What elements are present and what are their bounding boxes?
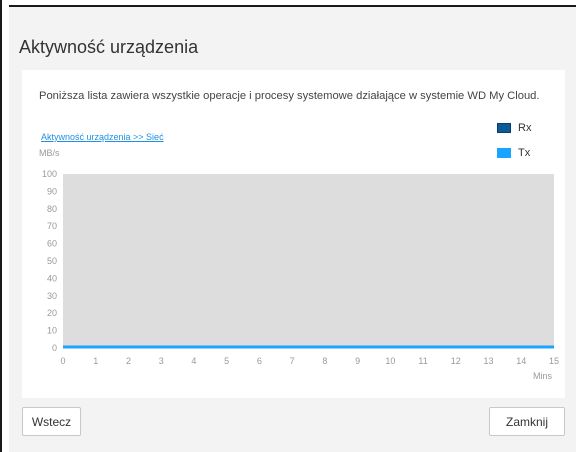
x-tick-label: 0	[60, 356, 65, 366]
x-tick-label: 8	[322, 356, 327, 366]
y-tick-label: 100	[42, 169, 57, 179]
plot-area	[63, 174, 554, 348]
window-edge	[0, 0, 2, 452]
x-tick-label: 4	[191, 356, 196, 366]
x-tick-label: 6	[257, 356, 262, 366]
network-activity-chart: MB/s 0102030405060708090100 0 1 2 3 4 5 6 7 8 9 10…	[39, 148, 559, 381]
y-axis-label: MB/s	[39, 148, 60, 158]
x-tick-label: 9	[355, 356, 360, 366]
x-tick-label: 10	[385, 356, 395, 366]
content-panel: Poniższa lista zawiera wszystkie operacj…	[22, 70, 565, 398]
x-tick-label: 1	[93, 356, 98, 366]
x-tick-label: 13	[484, 356, 494, 366]
x-tick-label: 14	[516, 356, 526, 366]
y-tick-label: 30	[47, 291, 57, 301]
x-axis-label: Mins	[533, 371, 553, 381]
x-axis-ticks: 0 1 2 3 4 5 6 7 8 9 10 11 12 13 14 15	[60, 356, 559, 366]
x-tick-label: 5	[224, 356, 229, 366]
y-tick-label: 80	[47, 204, 57, 214]
x-tick-label: 3	[159, 356, 164, 366]
x-tick-label: 12	[451, 356, 461, 366]
x-tick-label: 7	[290, 356, 295, 366]
y-tick-label: 50	[47, 256, 57, 266]
y-tick-label: 60	[47, 239, 57, 249]
device-activity-dialog: Aktywność urządzenia Poniższa lista zawi…	[9, 5, 576, 452]
y-tick-label: 40	[47, 273, 57, 283]
y-tick-label: 20	[47, 308, 57, 318]
x-tick-label: 2	[126, 356, 131, 366]
x-tick-label: 15	[549, 356, 559, 366]
close-button[interactable]: Zamknij	[489, 407, 565, 436]
y-tick-label: 0	[52, 343, 57, 353]
y-tick-label: 10	[47, 326, 57, 336]
back-button[interactable]: Wstecz	[22, 407, 81, 436]
y-tick-label: 70	[47, 221, 57, 231]
y-tick-label: 90	[47, 186, 57, 196]
x-tick-label: 11	[418, 356, 427, 366]
y-axis-ticks: 0 10 20 30 40 50 60 70 80 90 100	[42, 169, 57, 353]
dialog-title: Aktywność urządzenia	[19, 37, 199, 57]
